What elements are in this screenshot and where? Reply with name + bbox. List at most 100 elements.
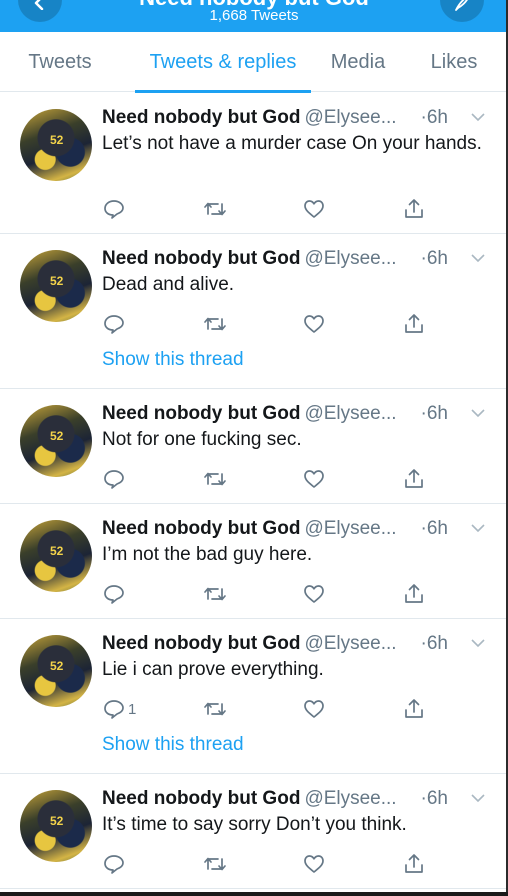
like-button[interactable]: [302, 195, 326, 223]
tweet-time[interactable]: ·6h: [421, 631, 448, 657]
share-icon: [405, 699, 423, 718]
tweet-actions: [102, 580, 432, 608]
avatar[interactable]: 52: [20, 250, 92, 322]
tweet-time[interactable]: ·6h: [421, 516, 448, 542]
user-handle: @Elysee...: [304, 788, 397, 809]
share-button[interactable]: [402, 195, 426, 223]
display-name[interactable]: Need nobody but God: [102, 518, 300, 539]
tweet-row[interactable]: 52 Need nobody but God @Elysee... ·6h It’…: [0, 774, 506, 889]
tweet-row[interactable]: 52 Need nobody but God @Elysee... ·6h Dea…: [0, 234, 506, 389]
retweet-button[interactable]: [202, 695, 228, 723]
reply-count: 1: [128, 700, 137, 718]
reply-button[interactable]: 1: [102, 695, 136, 723]
tweet-actions: [102, 195, 432, 223]
like-button[interactable]: [302, 310, 326, 338]
reply-icon: [104, 585, 124, 604]
display-name[interactable]: Need nobody but God: [102, 633, 300, 654]
heart-icon: [304, 470, 324, 488]
reply-icon: [104, 200, 124, 219]
share-icon: [405, 469, 423, 488]
tweet-row[interactable]: 52 Need nobody but God @Elysee... ·6h Let…: [0, 93, 506, 234]
retweet-button[interactable]: [202, 195, 228, 223]
avatar[interactable]: 52: [20, 635, 92, 707]
tweet-actions: [102, 310, 432, 338]
reply-icon: [104, 700, 124, 719]
display-name[interactable]: Need nobody but God: [102, 107, 300, 128]
avatar[interactable]: 52: [20, 790, 92, 862]
retweet-icon: [204, 472, 226, 486]
chevron-down-icon[interactable]: [470, 109, 486, 125]
tweet-actions: 1: [102, 695, 432, 723]
retweet-button[interactable]: [202, 850, 228, 878]
user-handle: @Elysee...: [304, 107, 397, 128]
tweet-actions: [102, 850, 432, 878]
share-icon: [405, 199, 423, 218]
reply-icon: [104, 470, 124, 489]
reply-button[interactable]: [102, 465, 128, 493]
retweet-icon: [204, 587, 226, 601]
avatar[interactable]: 52: [20, 520, 92, 592]
tweet-header: Need nobody but God @Elysee... ·6h: [102, 401, 486, 427]
reply-button[interactable]: [102, 580, 128, 608]
tweet-row[interactable]: 52 Need nobody but God @Elysee... ·6h Lie…: [0, 619, 506, 774]
user-handle: @Elysee...: [304, 633, 397, 654]
reply-button[interactable]: [102, 850, 128, 878]
tweet-time[interactable]: ·6h: [421, 786, 448, 812]
tweet-text: I’m not the bad guy here.: [102, 544, 313, 565]
tweet-header: Need nobody but God @Elysee... ·6h: [102, 105, 486, 131]
tab-tweets-and-replies[interactable]: Tweets & replies: [135, 32, 311, 93]
reply-button[interactable]: [102, 195, 128, 223]
chevron-down-icon[interactable]: [470, 635, 486, 651]
screen-edge-bottom: [0, 892, 508, 896]
tweet-header: Need nobody but God @Elysee... ·6h: [102, 786, 486, 812]
chevron-down-icon[interactable]: [470, 405, 486, 421]
tweet-row[interactable]: 52 Need nobody but God @Elysee... ·6h Not…: [0, 389, 506, 504]
retweet-button[interactable]: [202, 465, 228, 493]
like-button[interactable]: [302, 580, 326, 608]
tweet-time[interactable]: ·6h: [421, 401, 448, 427]
reply-icon: [104, 855, 124, 874]
profile-header: Need nobody but God 1,668 Tweets: [0, 0, 508, 32]
tweet-time[interactable]: ·6h: [421, 105, 448, 131]
reply-button[interactable]: [102, 310, 128, 338]
chevron-down-icon[interactable]: [470, 790, 486, 806]
chevron-down-icon[interactable]: [470, 250, 486, 266]
tweet-text: Dead and alive.: [102, 274, 235, 295]
like-button[interactable]: [302, 695, 326, 723]
tweet-count: 1,668 Tweets: [209, 7, 299, 24]
retweet-button[interactable]: [202, 580, 228, 608]
share-icon: [405, 584, 423, 603]
heart-icon: [304, 855, 324, 873]
tab-tweets[interactable]: Tweets: [18, 32, 102, 92]
show-thread-link[interactable]: Show this thread: [102, 733, 244, 757]
avatar[interactable]: 52: [20, 109, 92, 181]
tab-likes[interactable]: Likes: [425, 32, 483, 92]
tweet-header: Need nobody but God @Elysee... ·6h: [102, 631, 486, 657]
tweet-text: Let’s not have a murder case On your han…: [102, 133, 482, 154]
share-button[interactable]: [402, 850, 426, 878]
display-name[interactable]: Need nobody but God: [102, 248, 300, 269]
share-button[interactable]: [402, 465, 426, 493]
show-thread-link[interactable]: Show this thread: [102, 348, 244, 372]
avatar[interactable]: 52: [20, 405, 92, 477]
tweet-text: Not for one fucking sec.: [102, 429, 302, 450]
reply-icon: [104, 315, 124, 334]
tweet-text: It’s time to say sorry Don’t you think.: [102, 814, 407, 835]
heart-icon: [304, 700, 324, 718]
share-button[interactable]: [402, 310, 426, 338]
retweet-button[interactable]: [202, 310, 228, 338]
tweet-time[interactable]: ·6h: [421, 246, 448, 272]
tweet-row[interactable]: 52 Need nobody but God @Elysee... ·6h I’m…: [0, 504, 506, 619]
tweet-header: Need nobody but God @Elysee... ·6h: [102, 516, 486, 542]
display-name[interactable]: Need nobody but God: [102, 403, 300, 424]
retweet-icon: [204, 202, 226, 216]
user-handle: @Elysee...: [304, 403, 397, 424]
like-button[interactable]: [302, 465, 326, 493]
tab-media[interactable]: Media: [325, 32, 391, 92]
share-button[interactable]: [402, 580, 426, 608]
like-button[interactable]: [302, 850, 326, 878]
retweet-icon: [204, 702, 226, 716]
display-name[interactable]: Need nobody but God: [102, 788, 300, 809]
share-button[interactable]: [402, 695, 426, 723]
chevron-down-icon[interactable]: [470, 520, 486, 536]
